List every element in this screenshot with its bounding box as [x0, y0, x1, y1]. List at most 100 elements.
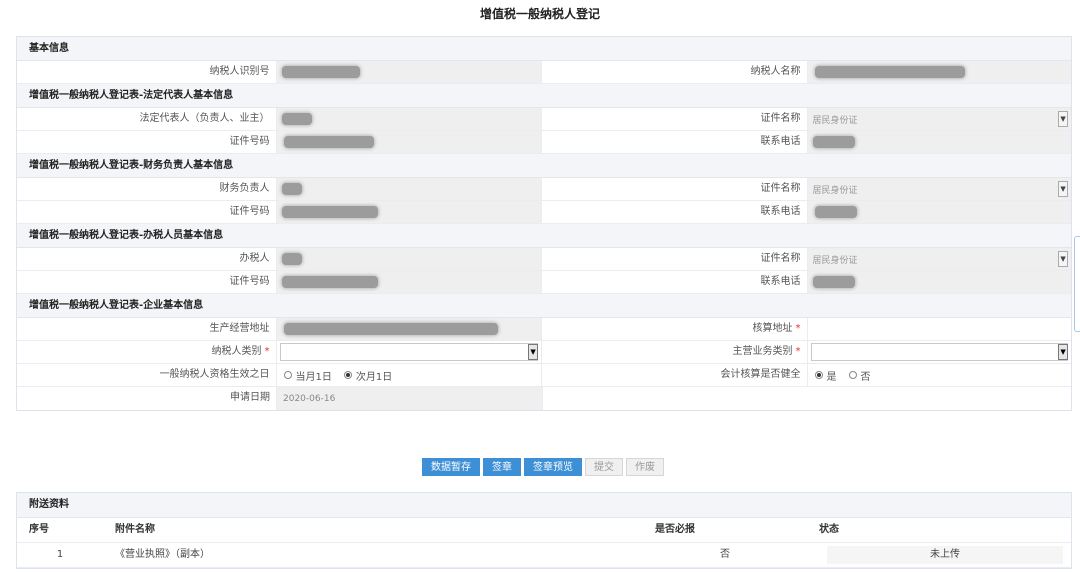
- section-handler: 增值税一般纳税人登记表-办税人员基本信息: [17, 224, 1071, 248]
- row-finance-cert: 证件号码 联系电话: [17, 201, 1072, 224]
- redacted-value: [812, 136, 855, 148]
- chevron-down-icon[interactable]: ▼: [1058, 251, 1069, 267]
- handler-cert-no-field[interactable]: [276, 271, 543, 293]
- required-mark: *: [795, 346, 801, 357]
- handler-person-label: 办税人: [17, 248, 277, 270]
- row-handler-cert: 证件号码 联系电话: [17, 271, 1072, 294]
- select-area: [279, 343, 539, 361]
- legal-cert-name-value: 居民身份证: [812, 115, 858, 126]
- finance-cert-name-value: 居民身份证: [812, 185, 858, 196]
- finance-person-label: 财务负责人: [17, 178, 277, 200]
- required-mark: *: [795, 323, 801, 334]
- handler-person-field[interactable]: [276, 248, 543, 270]
- radio-icon: [848, 371, 857, 379]
- section-enterprise: 增值税一般纳税人登记表-企业基本信息: [17, 294, 1071, 318]
- radio-yes[interactable]: 是: [814, 368, 837, 383]
- required-mark: *: [264, 346, 270, 357]
- accounting-address-label: 核算地址 *: [542, 318, 808, 340]
- redacted-value: [283, 136, 374, 148]
- radio-no[interactable]: 否: [848, 368, 871, 383]
- radio-current-month[interactable]: 当月1日: [283, 368, 332, 383]
- finance-cert-no-label: 证件号码: [17, 201, 277, 223]
- main-business-select[interactable]: ▼: [808, 341, 1072, 363]
- table-header: 序号 附件名称 是否必报 状态: [17, 518, 1071, 543]
- cell-status: 未上传: [807, 543, 1071, 567]
- save-draft-button[interactable]: 数据暂存: [422, 458, 480, 476]
- row-legal-cert: 证件号码 联系电话: [17, 131, 1072, 154]
- handler-cert-name-select[interactable]: 居民身份证 ▼: [807, 248, 1072, 270]
- sign-preview-button[interactable]: 签章预览: [524, 458, 582, 476]
- radio-icon: [283, 371, 292, 379]
- table-row: 1 《营业执照》（副本） 否 未上传: [17, 543, 1071, 568]
- column-header-required: 是否必报: [655, 524, 695, 535]
- redacted-value: [281, 253, 302, 265]
- column-header-index: 序号: [29, 524, 49, 535]
- effective-date-radios: 当月1日 次月1日: [277, 364, 543, 386]
- redacted-value: [281, 276, 378, 288]
- finance-phone-label: 联系电话: [542, 201, 808, 223]
- legal-cert-no-field[interactable]: [276, 131, 543, 153]
- cell-index: 1: [56, 549, 64, 560]
- finance-cert-name-select[interactable]: 居民身份证 ▼: [807, 178, 1072, 200]
- action-buttons: 数据暂存 签章 签章预览 提交 作废: [422, 458, 664, 476]
- apply-date-field[interactable]: 2020-06-16: [277, 387, 543, 410]
- void-button[interactable]: 作废: [626, 458, 664, 476]
- legal-cert-name-select[interactable]: 居民身份证 ▼: [807, 108, 1072, 130]
- legal-rep-label: 法定代表人（负责人、业主）: [17, 108, 277, 130]
- attachments-title: 附送资料: [17, 493, 1071, 518]
- redacted-value: [281, 183, 302, 195]
- status-badge: 未上传: [827, 546, 1063, 564]
- accounting-sound-radios: 是 否: [808, 364, 1072, 386]
- redacted-value: [281, 113, 312, 125]
- chevron-down-icon[interactable]: ▼: [528, 344, 539, 360]
- redacted-value: [281, 206, 378, 218]
- handler-cert-no-label: 证件号码: [17, 271, 277, 293]
- taxpayer-id-label: 纳税人识别号: [17, 61, 277, 83]
- column-header-status: 状态: [819, 524, 839, 535]
- legal-cert-name-label: 证件名称: [542, 108, 808, 130]
- legal-phone-field[interactable]: [807, 131, 1072, 153]
- row-legal-rep: 法定代表人（负责人、业主） 证件名称 居民身份证 ▼: [17, 108, 1072, 131]
- attachments-table: 附送资料 序号 附件名称 是否必报 状态 1 《营业执照》（副本） 否 未上传: [16, 492, 1072, 569]
- effective-date-label: 一般纳税人资格生效之日: [17, 364, 277, 386]
- legal-rep-field[interactable]: [276, 108, 543, 130]
- address-field[interactable]: [276, 318, 543, 340]
- row-handler-person: 办税人 证件名称 居民身份证 ▼: [17, 248, 1072, 271]
- side-panel-tab[interactable]: [1074, 236, 1080, 332]
- registration-form: 基本信息 纳税人识别号 纳税人名称 增值税一般纳税人登记表-法定代表人基本信息 …: [16, 36, 1072, 411]
- finance-phone-field[interactable]: [807, 201, 1072, 223]
- row-apply-date: 申请日期 2020-06-16: [17, 387, 1071, 410]
- chevron-down-icon[interactable]: ▼: [1058, 344, 1069, 360]
- page-title: 增值税一般纳税人登记: [479, 7, 600, 21]
- handler-phone-field[interactable]: [807, 271, 1072, 293]
- radio-selected-icon: [814, 371, 823, 379]
- accounting-sound-label: 会计核算是否健全: [542, 364, 808, 386]
- redacted-value: [812, 276, 855, 288]
- select-area: [810, 343, 1069, 361]
- radio-next-month[interactable]: 次月1日: [343, 368, 392, 383]
- row-finance-person: 财务负责人 证件名称 居民身份证 ▼: [17, 178, 1072, 201]
- finance-cert-name-label: 证件名称: [542, 178, 808, 200]
- taxpayer-type-label: 纳税人类别 *: [17, 341, 277, 363]
- section-basic: 基本信息: [17, 37, 1071, 61]
- taxpayer-type-select[interactable]: ▼: [277, 341, 543, 363]
- legal-cert-no-label: 证件号码: [17, 131, 277, 153]
- sign-button[interactable]: 签章: [483, 458, 521, 476]
- taxpayer-id-field[interactable]: [276, 61, 543, 83]
- section-finance: 增值税一般纳税人登记表-财务负责人基本信息: [17, 154, 1071, 178]
- apply-date-label: 申请日期: [17, 387, 277, 410]
- taxpayer-name-field[interactable]: [807, 61, 1072, 83]
- legal-phone-label: 联系电话: [542, 131, 808, 153]
- handler-cert-name-label: 证件名称: [542, 248, 808, 270]
- main-business-label: 主营业务类别 *: [542, 341, 808, 363]
- row-taxpayer-type: 纳税人类别 * ▼ 主营业务类别 * ▼: [17, 341, 1071, 364]
- accounting-address-input[interactable]: [808, 318, 1072, 340]
- finance-cert-no-field[interactable]: [276, 201, 543, 223]
- submit-button[interactable]: 提交: [585, 458, 623, 476]
- row-effective-date: 一般纳税人资格生效之日 当月1日 次月1日 会计核算是否健全 是 否: [17, 364, 1071, 387]
- finance-person-field[interactable]: [276, 178, 543, 200]
- chevron-down-icon[interactable]: ▼: [1058, 181, 1069, 197]
- row-address: 生产经营地址 核算地址 *: [17, 318, 1071, 341]
- chevron-down-icon[interactable]: ▼: [1058, 111, 1069, 127]
- redacted-value: [814, 66, 965, 78]
